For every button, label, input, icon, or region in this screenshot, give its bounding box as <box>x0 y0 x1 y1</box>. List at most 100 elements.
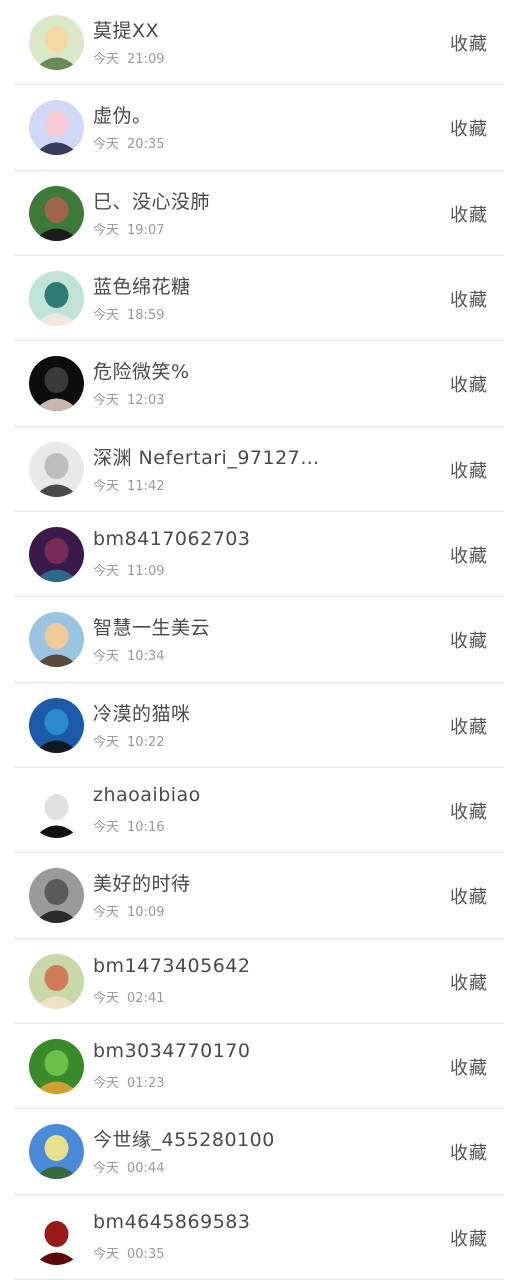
timestamp: 今天 10:16 <box>93 816 164 835</box>
collect-button[interactable]: 收藏 <box>450 542 488 568</box>
collect-button[interactable]: 收藏 <box>450 286 488 312</box>
list-item[interactable]: bm1473405642 今天 02:41 收藏 <box>0 939 518 1024</box>
timestamp: 今天 11:09 <box>93 560 164 579</box>
fantasy-hero-avatar[interactable] <box>29 526 84 582</box>
list-item[interactable]: 虚伪。今天 20:35 收藏 <box>0 85 518 171</box>
user-name: 今世缘_455280100 <box>93 1129 275 1152</box>
collect-button[interactable]: 收藏 <box>450 30 488 56</box>
time-label: 00:35 <box>127 1246 165 1262</box>
list-item[interactable]: 蓝色绵花糖今天 18:59 收藏 <box>0 256 518 342</box>
mushroom-grass-avatar[interactable] <box>29 1038 84 1094</box>
list-item[interactable]: 巳、没心没肺今天 19:07 收藏 <box>0 171 518 256</box>
collect-button[interactable]: 收藏 <box>450 201 488 227</box>
collect-button[interactable]: 收藏 <box>450 457 488 483</box>
girl-photo-avatar[interactable] <box>29 100 84 156</box>
timestamp: 今天 21:09 <box>93 48 164 67</box>
mother-child-avatar[interactable] <box>29 612 84 668</box>
timestamp: 今天 00:44 <box>93 1157 164 1176</box>
user-name: bm3034770170 <box>93 1039 251 1062</box>
user-name: 蓝色绵花糖 <box>93 275 191 298</box>
timestamp: 今天 18:59 <box>93 304 164 323</box>
user-name: 危险微笑% <box>93 361 190 384</box>
collect-button[interactable]: 收藏 <box>450 798 488 824</box>
timestamp: 今天 19:07 <box>93 219 164 238</box>
list-item[interactable]: 危险微笑% 今天 12:03 收藏 <box>0 341 518 427</box>
day-label: 今天 <box>93 819 120 835</box>
timestamp: 今天 10:22 <box>93 731 164 750</box>
list-item[interactable]: bm8417062703 今天 11:09 收藏 <box>0 512 518 598</box>
collect-button[interactable]: 收藏 <box>450 115 488 141</box>
time-label: 10:09 <box>127 905 165 921</box>
collect-button[interactable]: 收藏 <box>450 627 488 653</box>
user-name: bm1473405642 <box>93 954 251 977</box>
list-item[interactable]: 美好的时待今天 10:09 收藏 <box>0 853 518 939</box>
day-label: 今天 <box>93 1075 120 1091</box>
user-name: zhaoaibiao <box>93 783 201 806</box>
city-girl-avatar[interactable] <box>29 697 84 753</box>
day-label: 今天 <box>93 307 120 323</box>
day-label: 今天 <box>93 222 120 238</box>
cartoon-boy-avatar[interactable] <box>29 15 84 70</box>
gray-street-avatar[interactable] <box>29 868 84 924</box>
list-item[interactable]: zhaoaibiao 今天 10:16 收藏 <box>0 768 518 854</box>
dark-portrait-avatar[interactable] <box>29 356 84 412</box>
time-label: 10:34 <box>127 649 165 665</box>
time-label: 10:22 <box>127 734 165 750</box>
time-label: 00:44 <box>127 1161 165 1177</box>
timestamp: 今天 02:41 <box>93 987 164 1006</box>
day-label: 今天 <box>93 1246 120 1262</box>
collect-button[interactable]: 收藏 <box>450 1054 488 1080</box>
timestamp: 今天 10:09 <box>93 901 164 920</box>
timestamp: 今天 00:35 <box>93 1243 164 1262</box>
sketch-man-avatar[interactable] <box>29 782 84 838</box>
collect-button[interactable]: 收藏 <box>450 883 488 909</box>
bw-portrait-avatar[interactable] <box>29 441 84 497</box>
day-label: 今天 <box>93 393 120 409</box>
user-name: 巳、没心没肺 <box>93 190 211 213</box>
collect-button[interactable]: 收藏 <box>450 969 488 995</box>
list-item[interactable]: 智慧一生美云今天 10:34 收藏 <box>0 597 518 683</box>
day-label: 今天 <box>93 905 120 921</box>
collect-button[interactable]: 收藏 <box>450 1225 488 1251</box>
day-label: 今天 <box>93 563 120 579</box>
user-name: 冷漠的猫咪 <box>93 702 191 725</box>
list-item[interactable]: 冷漠的猫咪今天 10:22 收藏 <box>0 683 518 768</box>
red-hat-avatar[interactable] <box>29 1209 84 1265</box>
user-name: 虚伪。 <box>93 105 152 128</box>
list-item[interactable]: 深渊 Nefertari_97127… 今天 11:42 收藏 <box>0 427 518 512</box>
user-name: bm8417062703 <box>93 527 251 550</box>
user-name: 莫提XX <box>93 20 160 42</box>
day-label: 今天 <box>93 649 120 665</box>
list-item[interactable]: bm3034770170 今天 01:23 收藏 <box>0 1024 518 1110</box>
time-label: 19:07 <box>127 222 165 238</box>
time-label: 11:42 <box>127 478 165 494</box>
day-label: 今天 <box>93 52 120 67</box>
landscape-field-avatar[interactable] <box>29 1124 84 1180</box>
timestamp: 今天 20:35 <box>93 133 164 152</box>
list-item[interactable]: 今世缘_455280100 今天 00:44 收藏 <box>0 1109 518 1195</box>
woman-teal-avatar[interactable] <box>29 270 84 326</box>
list-item[interactable]: bm4645869583 今天 00:35 收藏 <box>0 1195 518 1280</box>
day-label: 今天 <box>93 990 120 1006</box>
collection-list: 莫提XX 今天 21:09 收藏 虚伪。 今天 20:35 收藏 巳、没心没肺 今天 19:07 收藏… <box>0 0 518 1280</box>
collect-button[interactable]: 收藏 <box>450 371 488 397</box>
user-name: 深渊 Nefertari_97127… <box>93 446 320 469</box>
timestamp: 今天 01:23 <box>93 1072 164 1091</box>
time-label: 11:09 <box>127 563 165 579</box>
collect-button[interactable]: 收藏 <box>450 1139 488 1165</box>
time-label: 10:16 <box>127 819 165 835</box>
man-photo-avatar[interactable] <box>29 185 84 241</box>
day-label: 今天 <box>93 1161 120 1177</box>
day-label: 今天 <box>93 734 120 750</box>
user-name: bm4645869583 <box>93 1210 251 1233</box>
time-label: 01:23 <box>127 1075 165 1091</box>
collect-button[interactable]: 收藏 <box>450 713 488 739</box>
food-plate-avatar[interactable] <box>29 953 84 1009</box>
user-name: 智慧一生美云 <box>93 617 211 640</box>
time-label: 02:41 <box>127 990 165 1006</box>
timestamp: 今天 12:03 <box>93 389 164 408</box>
time-label: 12:03 <box>127 393 165 409</box>
user-name: 美好的时待 <box>93 873 191 896</box>
list-item[interactable]: 莫提XX 今天 21:09 收藏 <box>0 0 518 86</box>
time-label: 18:59 <box>127 307 165 323</box>
